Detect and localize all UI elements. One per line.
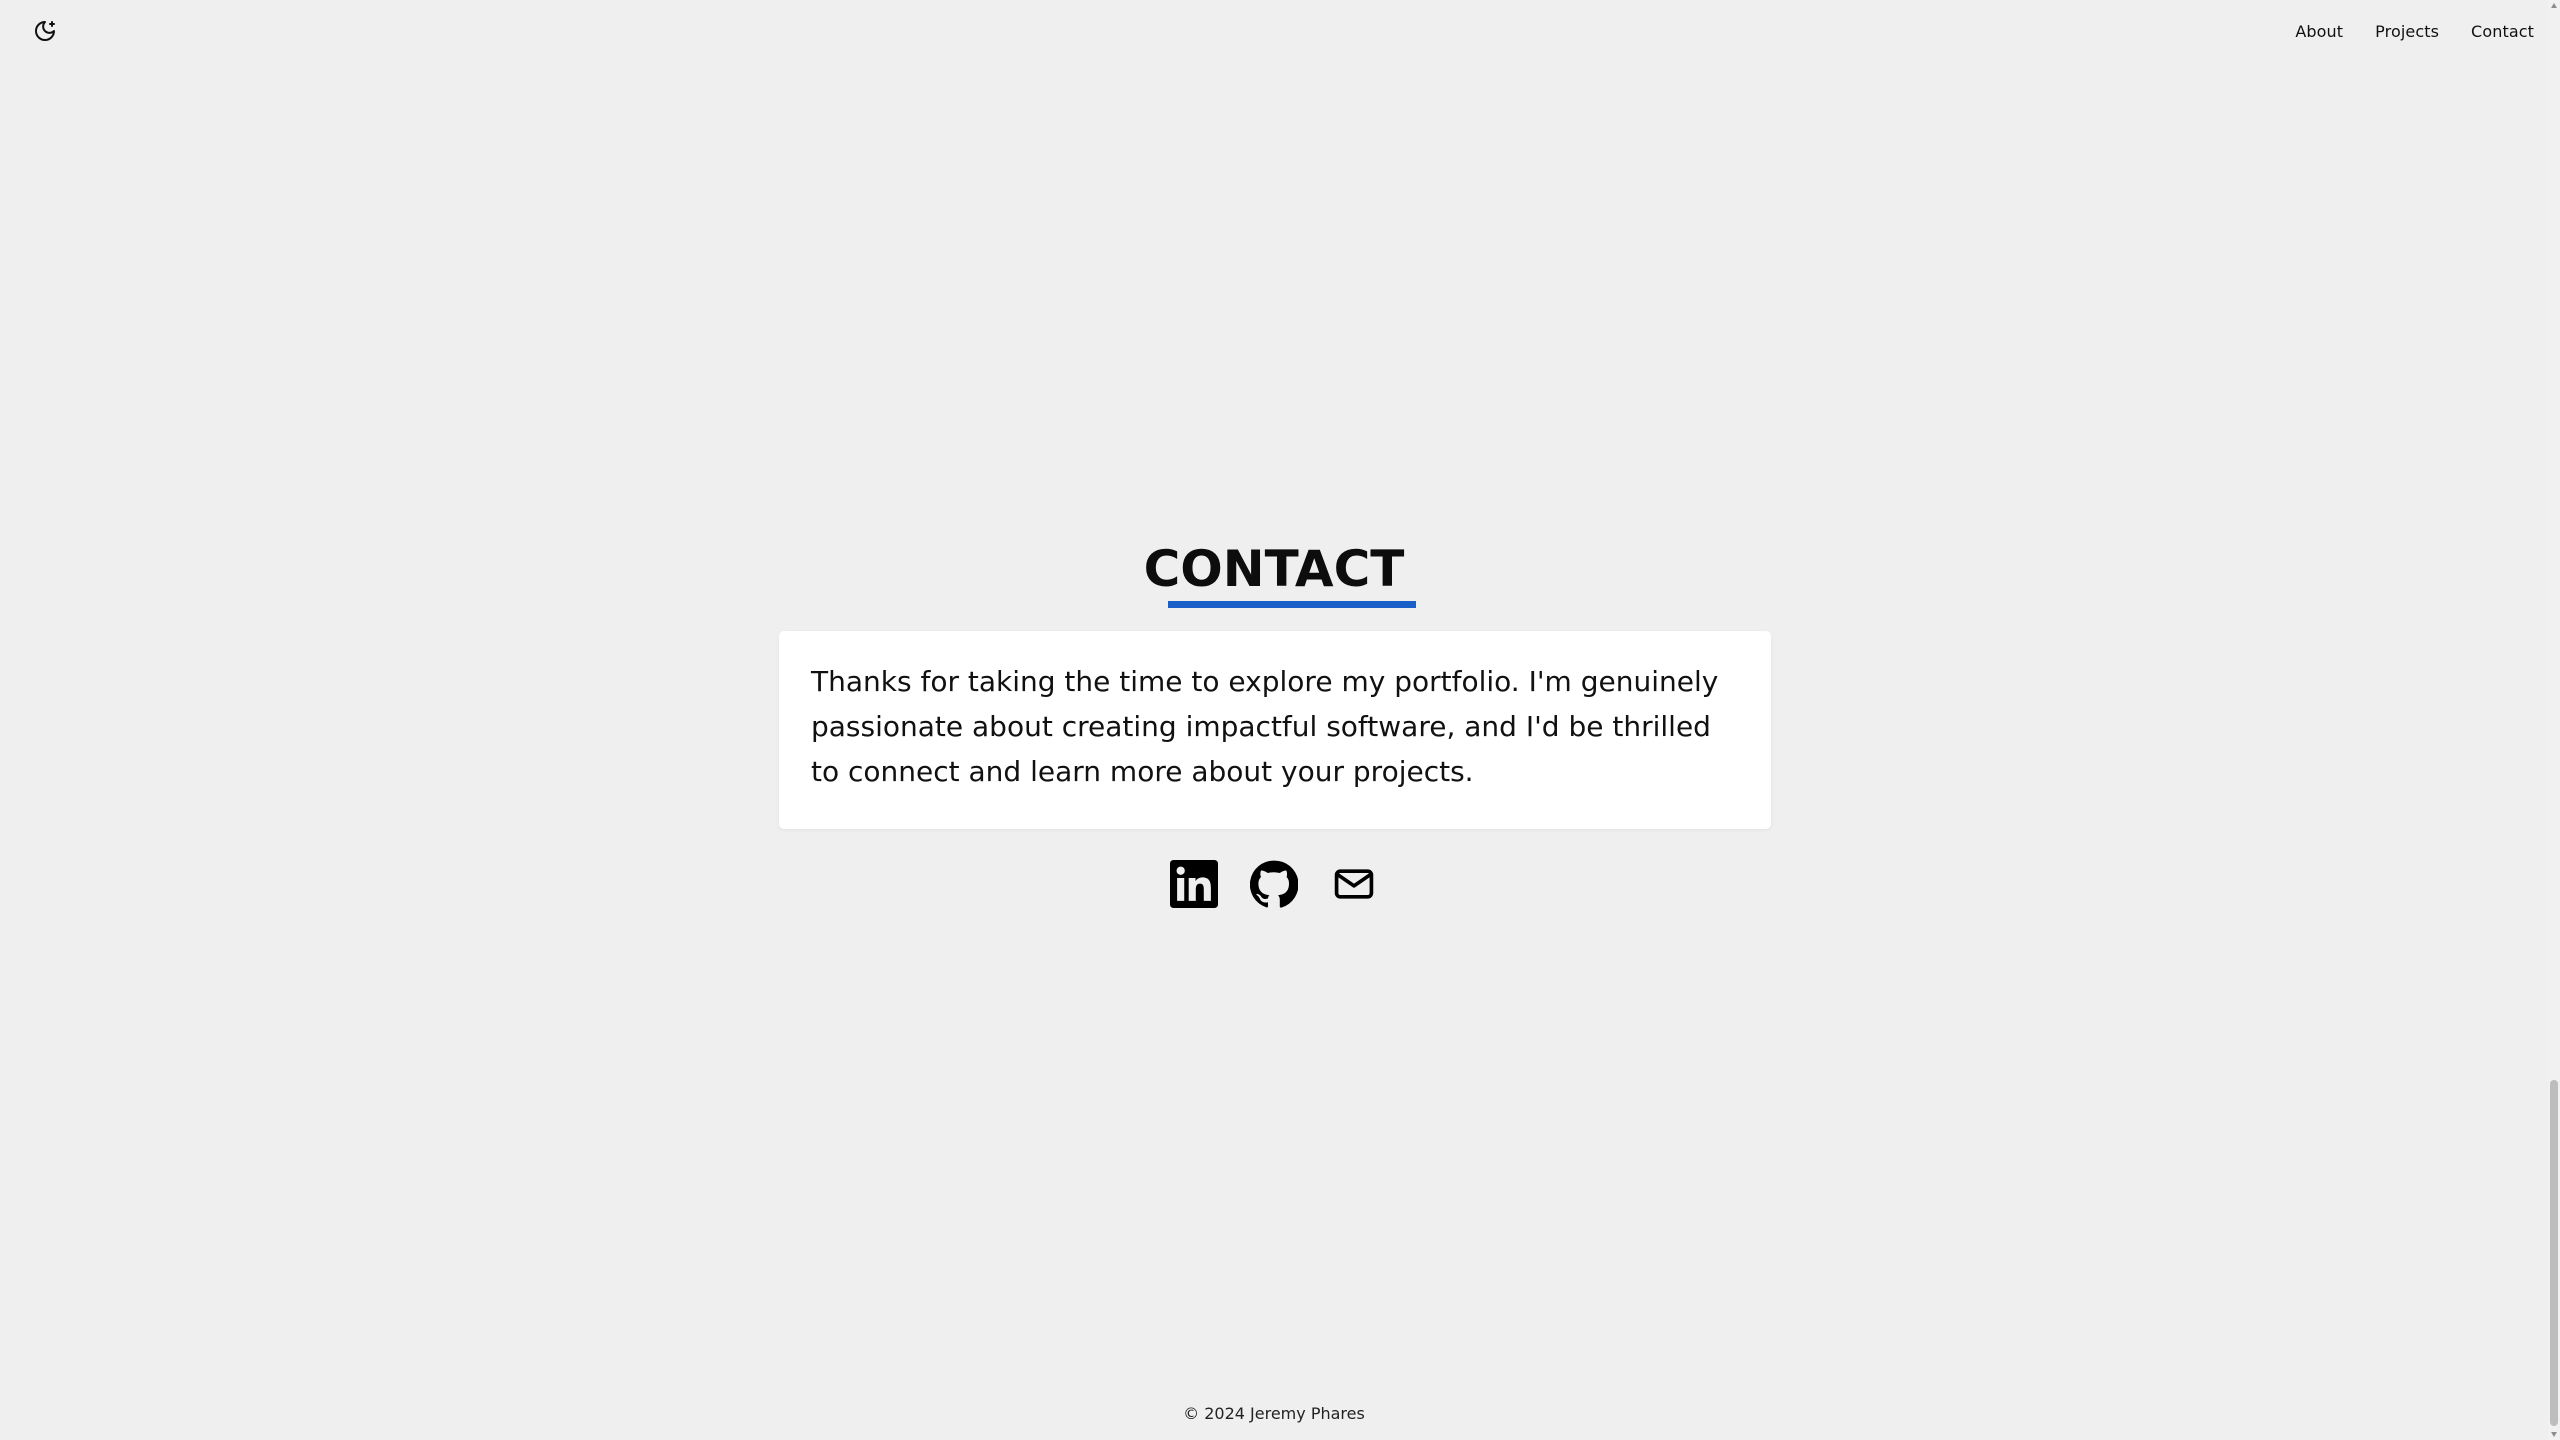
title-underline [1167, 601, 1417, 608]
linkedin-link[interactable] [1170, 858, 1218, 910]
message-card: Thanks for taking the time to explore my… [779, 631, 1771, 829]
scrollbar-thumb[interactable] [2550, 1080, 2558, 1426]
top-nav: About Projects Contact [2295, 14, 2534, 48]
nav-link-contact[interactable]: Contact [2471, 22, 2534, 41]
contact-message: Thanks for taking the time to explore my… [811, 665, 1719, 788]
scroll-down-arrow-icon[interactable] [2551, 1432, 2557, 1437]
page-title-text: CONTACT [1143, 540, 1405, 598]
social-links [0, 858, 2548, 910]
email-icon [1334, 869, 1374, 899]
page-title: CONTACT [1143, 534, 1417, 608]
linkedin-icon [1170, 860, 1218, 908]
email-link[interactable] [1330, 858, 1378, 910]
footer-copyright: © 2024 Jeremy Phares [1183, 1404, 1365, 1423]
theme-toggle-button[interactable] [28, 14, 62, 48]
github-icon [1250, 860, 1298, 908]
github-link[interactable] [1250, 858, 1298, 910]
nav-link-projects[interactable]: Projects [2375, 22, 2439, 41]
moon-sun-icon [35, 21, 55, 41]
scroll-up-arrow-icon[interactable] [2551, 3, 2557, 8]
nav-link-about[interactable]: About [2295, 22, 2343, 41]
heading-container: CONTACT [0, 534, 2548, 608]
page-scrollbar[interactable] [2548, 0, 2560, 1440]
contact-page: About Projects Contact CONTACT Thanks fo… [0, 0, 2560, 1440]
